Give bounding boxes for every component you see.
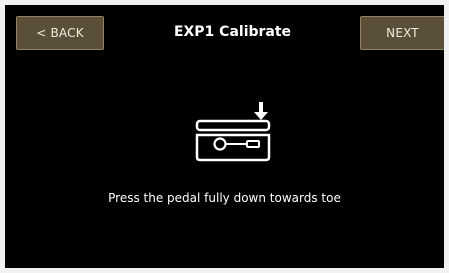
expression-pedal-toe-down-icon [195, 102, 271, 162]
next-button[interactable]: NEXT [360, 16, 444, 50]
header-bar: < BACK EXP1 Calibrate NEXT [5, 5, 444, 61]
calibration-screen: < BACK EXP1 Calibrate NEXT Press the ped… [5, 5, 444, 268]
back-button[interactable]: < BACK [16, 16, 104, 50]
instruction-text: Press the pedal fully down towards toe [108, 191, 341, 205]
down-arrow-icon [254, 102, 268, 120]
page-title: EXP1 Calibrate [173, 24, 292, 40]
pedal-knob [213, 137, 227, 151]
pedal-top-plate [195, 119, 271, 132]
